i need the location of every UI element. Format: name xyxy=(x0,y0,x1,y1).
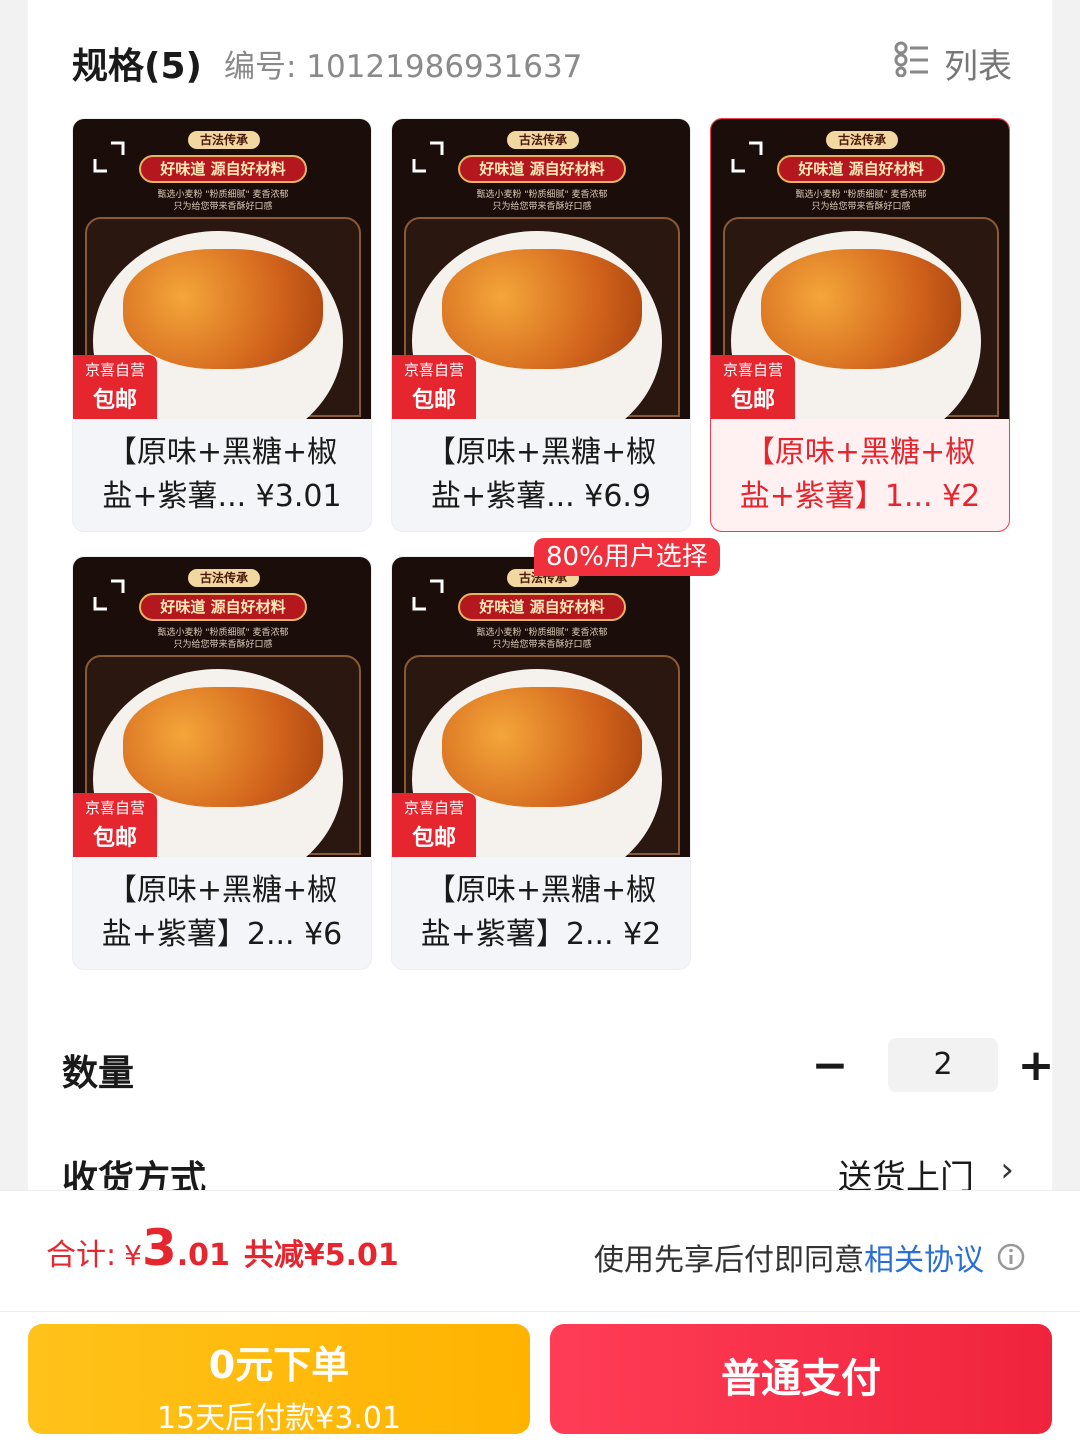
thumb-banner-top: 古法传承 xyxy=(826,131,898,149)
snack-pile xyxy=(442,249,642,369)
thumb-subtitle: 甄选小麦粉 "粉质细腻" 麦香浓郁 只为给您带来香酥好口感 xyxy=(476,190,608,212)
delivery-method-value: 送货上门 xyxy=(838,1158,974,1190)
sku-thumbnail: 古法传承 好味道 源自好材料 甄选小麦粉 "粉质细腻" 麦香浓郁 只为给您带来香酥… xyxy=(711,119,1009,419)
expand-icon[interactable] xyxy=(89,575,129,615)
total-amount-decimal: .01 xyxy=(176,1238,230,1273)
free-shipping-badge: 包邮 xyxy=(711,383,795,419)
total-currency: ¥ xyxy=(124,1239,142,1272)
quantity-increase-button[interactable]: + xyxy=(1008,1038,1052,1094)
order-total: 合计: ¥ 3 .01 共减¥5.01 xyxy=(46,1219,399,1289)
sku-thumbnail: 古法传承 好味道 源自好材料 甄选小麦粉 "粉质细腻" 麦香浓郁 只为给您带来香酥… xyxy=(392,557,690,857)
list-view-label: 列表 xyxy=(944,46,1012,87)
thumb-subtitle: 甄选小麦粉 "粉质细腻" 麦香浓郁 只为给您带来香酥好口感 xyxy=(157,190,289,212)
thumb-banner-top: 古法传承 xyxy=(507,131,579,149)
checkout-footer: 合计: ¥ 3 .01 共减¥5.01 使用先享后付即同意 相关协议 0元下单 … xyxy=(0,1190,1080,1450)
snack-pile xyxy=(123,687,323,807)
sku-thumbnail: 古法传承 好味道 源自好材料 甄选小麦粉 "粉质细腻" 麦香浓郁 只为给您带来香酥… xyxy=(73,557,371,857)
quantity-row: 数量 − 2 + xyxy=(62,1036,1052,1096)
snack-pile xyxy=(761,249,961,369)
normal-pay-button[interactable]: 普通支付 xyxy=(550,1324,1052,1434)
sku-card-5[interactable]: 古法传承 好味道 源自好材料 甄选小麦粉 "粉质细腻" 麦香浓郁 只为给您带来香酥… xyxy=(391,556,691,970)
jd-self-badge: 京喜自营 xyxy=(711,355,795,385)
thumb-subtitle: 甄选小麦粉 "粉质细腻" 麦香浓郁 只为给您带来香酥好口感 xyxy=(795,190,927,212)
free-shipping-badge: 包邮 xyxy=(392,821,476,857)
agreement-notice: 使用先享后付即同意 相关协议 xyxy=(594,1235,1026,1279)
expand-icon[interactable] xyxy=(408,575,448,615)
sku-title: 【原味+黑糖+椒 盐+紫薯】1... ¥2 xyxy=(739,435,981,514)
quantity-decrease-button[interactable]: − xyxy=(802,1038,858,1094)
sku-card-3[interactable]: 古法传承 好味道 源自好材料 甄选小麦粉 "粉质细腻" 麦香浓郁 只为给您带来香酥… xyxy=(710,118,1010,532)
sku-title: 【原味+黑糖+椒 盐+紫薯... ¥6.9 xyxy=(425,435,657,514)
jd-self-badge: 京喜自营 xyxy=(392,355,476,385)
spec-title: 规格(5) xyxy=(72,46,202,87)
total-discount: 共减¥5.01 xyxy=(243,1238,399,1273)
quantity-input[interactable]: 2 xyxy=(888,1038,998,1092)
quantity-label: 数量 xyxy=(62,1053,135,1094)
sku-card-1[interactable]: 古法传承 好味道 源自好材料 甄选小麦粉 "粉质细腻" 麦香浓郁 只为给您带来香酥… xyxy=(72,118,372,532)
sku-thumbnail: 古法传承 好味道 源自好材料 甄选小麦粉 "粉质细腻" 麦香浓郁 只为给您带来香酥… xyxy=(392,119,690,419)
thumb-banner: 好味道 源自好材料 xyxy=(139,593,307,621)
free-shipping-badge: 包邮 xyxy=(73,383,157,419)
popular-choice-tag: 80%用户选择 xyxy=(534,538,720,576)
delivery-method-row[interactable]: 收货方式 送货上门 › xyxy=(62,1150,1014,1190)
agreement-link[interactable]: 相关协议 xyxy=(864,1235,984,1279)
thumb-banner-top: 古法传承 xyxy=(188,131,260,149)
list-icon xyxy=(894,41,930,86)
thumb-subtitle: 甄选小麦粉 "粉质细腻" 麦香浓郁 只为给您带来香酥好口感 xyxy=(157,628,289,650)
sku-title: 【原味+黑糖+椒 盐+紫薯】2... ¥2 xyxy=(420,873,662,952)
footer-divider xyxy=(0,1311,1080,1312)
pay-later-title: 0元下单 xyxy=(208,1343,350,1387)
sku-title: 【原味+黑糖+椒 盐+紫薯】2... ¥6 xyxy=(101,873,343,952)
sku-card-4[interactable]: 古法传承 好味道 源自好材料 甄选小麦粉 "粉质细腻" 麦香浓郁 只为给您带来香酥… xyxy=(72,556,372,970)
jd-self-badge: 京喜自营 xyxy=(73,793,157,823)
thumb-banner: 好味道 源自好材料 xyxy=(777,155,945,183)
thumb-banner: 好味道 源自好材料 xyxy=(458,155,626,183)
list-view-toggle[interactable]: 列表 xyxy=(894,38,1012,88)
thumb-banner: 好味道 源自好材料 xyxy=(458,593,626,621)
spec-header: 规格(5) 编号: 10121986931637 列表 xyxy=(72,38,1012,88)
expand-icon[interactable] xyxy=(89,137,129,177)
pay-later-button[interactable]: 0元下单 15天后付款¥3.01 xyxy=(28,1324,530,1436)
free-shipping-badge: 包邮 xyxy=(73,821,157,857)
expand-icon[interactable] xyxy=(408,137,448,177)
snack-pile xyxy=(442,687,642,807)
free-shipping-badge: 包邮 xyxy=(392,383,476,419)
sku-title: 【原味+黑糖+椒 盐+紫薯... ¥3.01 xyxy=(102,435,342,514)
total-label: 合计: xyxy=(46,1238,117,1273)
product-code: 编号: 10121986931637 xyxy=(223,48,583,85)
jd-self-badge: 京喜自营 xyxy=(392,793,476,823)
pay-later-subtitle: 15天后付款¥3.01 xyxy=(156,1401,402,1436)
delivery-method-label: 收货方式 xyxy=(62,1159,207,1190)
jd-self-badge: 京喜自营 xyxy=(73,355,157,385)
info-icon[interactable] xyxy=(996,1242,1026,1272)
thumb-banner: 好味道 源自好材料 xyxy=(139,155,307,183)
sku-card-2[interactable]: 古法传承 好味道 源自好材料 甄选小麦粉 "粉质细腻" 麦香浓郁 只为给您带来香酥… xyxy=(391,118,691,532)
spec-sheet: 规格(5) 编号: 10121986931637 列表 古法传承 好味道 源自好… xyxy=(28,0,1052,1190)
chevron-right-icon: › xyxy=(1000,1150,1014,1190)
agreement-text: 使用先享后付即同意 xyxy=(594,1243,864,1278)
expand-icon[interactable] xyxy=(727,137,767,177)
total-amount-integer: 3 xyxy=(141,1219,177,1277)
sku-thumbnail: 古法传承 好味道 源自好材料 甄选小麦粉 "粉质细腻" 麦香浓郁 只为给您带来香酥… xyxy=(73,119,371,419)
snack-pile xyxy=(123,249,323,369)
thumb-banner-top: 古法传承 xyxy=(188,569,260,587)
thumb-subtitle: 甄选小麦粉 "粉质细腻" 麦香浓郁 只为给您带来香酥好口感 xyxy=(476,628,608,650)
